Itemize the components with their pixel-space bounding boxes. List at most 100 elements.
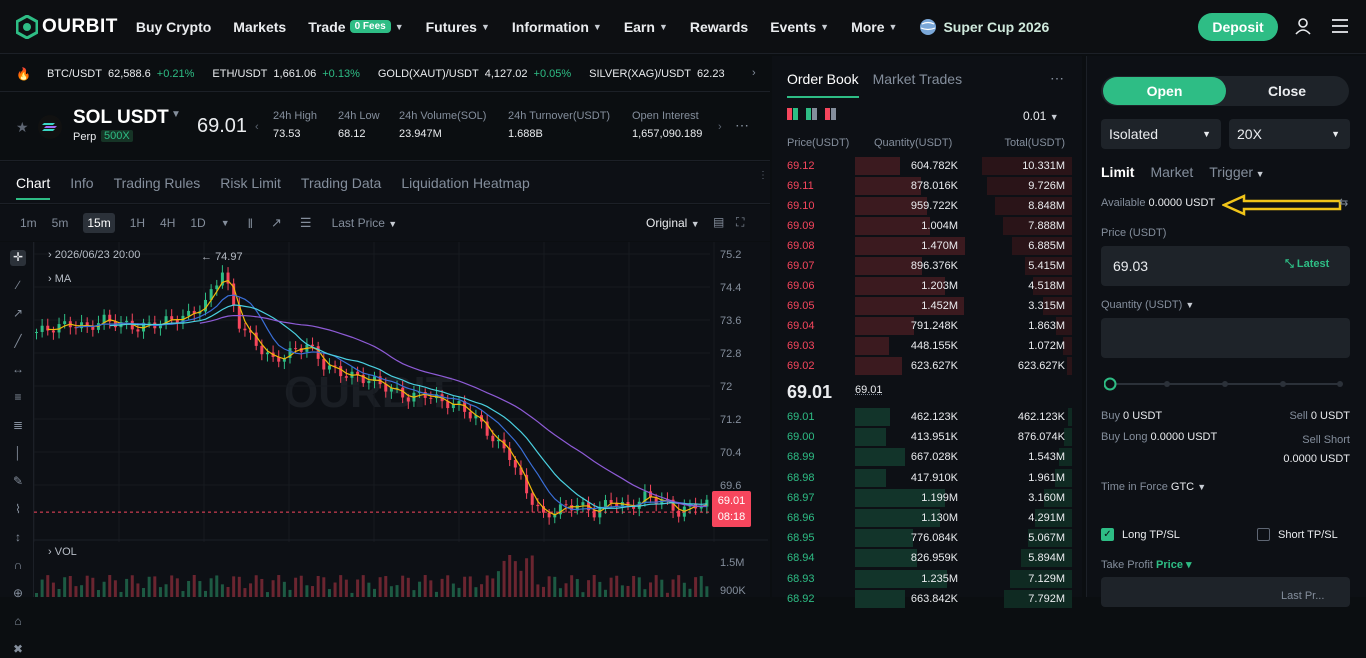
ask-row[interactable]: 69.10 959.722K 8.848M <box>778 196 1072 216</box>
tab-trading-data[interactable]: Trading Data <box>301 162 381 204</box>
chevron-right-icon[interactable]: › <box>718 121 722 133</box>
tab-order-book[interactable]: Order Book <box>787 60 859 98</box>
time-in-force[interactable]: Time in Force GTC ▼ <box>1101 481 1206 493</box>
ticker-item[interactable]: GOLD(XAUT)/USDT 4,127.02 +0.05% <box>378 68 571 80</box>
channel-tool-icon[interactable]: ≡ <box>10 390 26 406</box>
ray-tool-icon[interactable]: ↗ <box>10 306 26 322</box>
latest-price-button[interactable]: ⤡ Latest <box>1285 258 1329 271</box>
line-tool-icon[interactable]: ∕ <box>10 278 26 294</box>
chevron-right-icon[interactable]: › <box>752 67 756 79</box>
close-tab-button[interactable]: Close <box>1226 77 1348 105</box>
more-icon[interactable]: ⋯ <box>735 117 749 134</box>
quantity-slider[interactable] <box>1104 376 1346 392</box>
list-icon[interactable]: ☰ <box>300 215 312 231</box>
ticker-item[interactable]: SILVER(XAG)/USDT 62.23 <box>589 68 724 80</box>
ask-row[interactable]: 69.09 1.004M 7.888M <box>778 216 1072 236</box>
price-type-select[interactable]: Last Price ▼ <box>332 216 398 230</box>
interval-4h[interactable]: 4H <box>160 216 175 230</box>
ask-row[interactable]: 69.03 448.155K 1.072M <box>778 336 1072 356</box>
long-tpsl-checkbox[interactable]: ✓ Long TP/SL <box>1101 528 1180 541</box>
logo[interactable]: OURBIT <box>16 15 118 39</box>
bid-row[interactable]: 68.95 776.084K 5.067M <box>778 528 1072 548</box>
price-input[interactable] <box>1113 258 1263 274</box>
deposit-button[interactable]: Deposit <box>1198 13 1278 41</box>
user-icon[interactable] <box>1294 17 1312 35</box>
margin-mode-select[interactable]: Isolated ▼ <box>1101 119 1221 149</box>
lock-icon[interactable]: ⌂ <box>10 614 26 630</box>
zoom-icon[interactable]: ⊕ <box>10 586 26 602</box>
crosshair-icon[interactable]: ✛ <box>10 250 26 266</box>
quantity-input[interactable] <box>1101 318 1350 358</box>
brush-icon[interactable]: ✎ <box>10 474 26 490</box>
nav-item-futures[interactable]: Futures ▼ <box>426 19 490 35</box>
price-chart[interactable]: OURBIT <box>34 242 768 597</box>
symbol-name[interactable]: SOL USDT <box>73 107 169 129</box>
star-icon[interactable]: ★ <box>16 119 29 136</box>
order-type-market[interactable]: Market <box>1150 164 1193 180</box>
tab-info[interactable]: Info <box>70 162 93 204</box>
measure-icon[interactable]: ↕ <box>10 530 26 546</box>
vol-legend[interactable]: › VOL <box>48 546 77 558</box>
ask-row[interactable]: 69.06 1.203M 4.518M <box>778 276 1072 296</box>
order-type-trigger[interactable]: Trigger ▼ <box>1209 164 1264 180</box>
precision-select[interactable]: 0.01 ▼ <box>1023 109 1059 123</box>
more-icon[interactable]: ⋯ <box>1050 70 1064 87</box>
nav-item-more[interactable]: More ▼ <box>851 19 897 35</box>
interval-1m[interactable]: 1m <box>20 216 37 230</box>
grip-icon[interactable]: ⋮ <box>758 170 768 181</box>
ask-row[interactable]: 69.04 791.248K 1.863M <box>778 316 1072 336</box>
bid-row[interactable]: 68.96 1.130M 4.291M <box>778 508 1072 528</box>
nav-item-information[interactable]: Information ▼ <box>512 19 602 35</box>
nav-item-markets[interactable]: Markets <box>233 19 286 35</box>
ruler-icon[interactable]: │ <box>10 446 26 462</box>
interval-1d[interactable]: 1D <box>190 216 205 230</box>
chevron-left-icon[interactable]: ‹ <box>255 121 259 133</box>
short-tpsl-checkbox[interactable]: Short TP/SL <box>1257 528 1338 541</box>
tab-market-trades[interactable]: Market Trades <box>873 60 962 98</box>
tab-chart[interactable]: Chart <box>16 162 50 204</box>
order-type-limit[interactable]: Limit <box>1101 164 1134 180</box>
bid-row[interactable]: 68.93 1.235M 7.129M <box>778 569 1072 589</box>
ask-row[interactable]: 69.11 878.016K 9.726M <box>778 176 1072 196</box>
caret-down-icon[interactable]: ▼ <box>171 109 181 120</box>
indicator-icon[interactable]: ↗ <box>271 215 282 231</box>
take-profit-trigger-type[interactable]: Last Pr... <box>1281 590 1324 602</box>
ask-row[interactable]: 69.05 1.452M 3.315M <box>778 296 1072 316</box>
fullscreen-icon[interactable]: ⛶ <box>736 215 744 230</box>
interval-5m[interactable]: 5m <box>52 216 69 230</box>
bid-row[interactable]: 68.99 667.028K 1.543M <box>778 447 1072 467</box>
candle-type-icon[interactable]: ‖ <box>248 216 253 231</box>
bid-row[interactable]: 68.97 1.199M 3.160M <box>778 488 1072 508</box>
bid-row[interactable]: 68.92 663.842K 7.792M <box>778 589 1072 609</box>
bid-row[interactable]: 68.98 417.910K 1.961M <box>778 468 1072 488</box>
trend-tool-icon[interactable]: ╱ <box>10 334 26 350</box>
quantity-label[interactable]: Quantity (USDT) ▼ <box>1101 299 1194 311</box>
ask-row[interactable]: 69.08 1.470M 6.885M <box>778 236 1072 256</box>
book-both-view-icon[interactable] <box>787 108 799 120</box>
chart-mode-select[interactable]: Original ▼ <box>646 216 700 230</box>
transfer-icon[interactable]: ⇆ <box>1339 196 1348 209</box>
book-bids-view-icon[interactable] <box>806 108 818 120</box>
nav-item-trade[interactable]: Trade 0 Fees ▼ <box>308 19 403 35</box>
interval-1h[interactable]: 1H <box>130 216 145 230</box>
bid-row[interactable]: 68.94 826.959K 5.894M <box>778 548 1072 568</box>
take-profit-type-select[interactable]: Price ▾ <box>1156 559 1192 571</box>
ticker-item[interactable]: BTC/USDT 62,588.6 +0.21% <box>47 68 194 80</box>
ma-legend[interactable]: › MA <box>48 273 71 285</box>
menu-icon[interactable] <box>1331 18 1349 34</box>
nav-item-rewards[interactable]: Rewards <box>690 19 748 35</box>
trash-icon[interactable]: ✖ <box>10 642 26 658</box>
tab-risk-limit[interactable]: Risk Limit <box>220 162 281 204</box>
leverage-select[interactable]: 20X ▼ <box>1229 119 1350 149</box>
ask-row[interactable]: 69.07 896.376K 5.415M <box>778 256 1072 276</box>
nav-item-earn[interactable]: Earn ▼ <box>624 19 668 35</box>
open-tab-button[interactable]: Open <box>1103 77 1226 105</box>
ticker-item[interactable]: ETH/USDT 1,661.06 +0.13% <box>212 68 359 80</box>
book-asks-view-icon[interactable] <box>825 108 837 120</box>
fib-tool-icon[interactable]: ≣ <box>10 418 26 434</box>
interval-15m[interactable]: 15m <box>83 213 114 233</box>
pattern-tool-icon[interactable]: ⌇ <box>10 502 26 518</box>
nav-item-buy-crypto[interactable]: Buy Crypto <box>136 19 211 35</box>
tab-liquidation-heatmap[interactable]: Liquidation Heatmap <box>401 162 529 204</box>
bid-row[interactable]: 69.00 413.951K 876.074K <box>778 427 1072 447</box>
